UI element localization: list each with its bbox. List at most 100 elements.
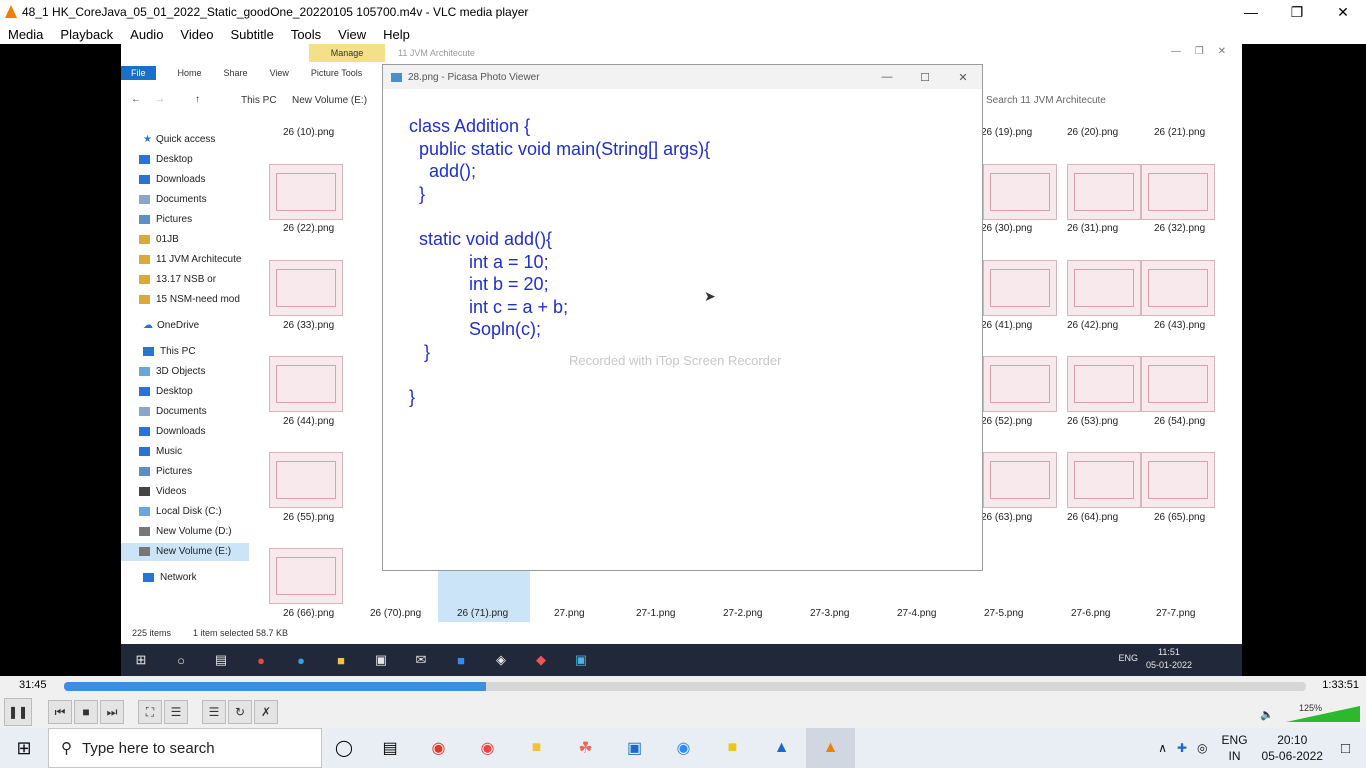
file-thumbnail[interactable]	[269, 548, 343, 604]
menu-help[interactable]: Help	[383, 27, 410, 42]
file-thumbnail[interactable]	[1141, 452, 1215, 508]
nav-folder-15nsm[interactable]: 15 NSM-need mod	[139, 294, 240, 305]
extended-settings-button[interactable]: ☰	[164, 700, 188, 724]
file-label[interactable]: 27-5.png	[984, 608, 1023, 619]
taskbar-app[interactable]: ☘	[561, 728, 610, 768]
ribbon-file-tab[interactable]: File	[121, 66, 156, 80]
task-view-button[interactable]: ▤	[366, 728, 414, 768]
taskbar-recorder-app[interactable]: ◉	[414, 728, 463, 768]
taskbar-chrome-app[interactable]: ◉	[463, 728, 512, 768]
nav-3d-objects[interactable]: 3D Objects	[139, 366, 205, 377]
close-button[interactable]: ✕	[1320, 0, 1366, 24]
file-label[interactable]: 26 (20).png	[1067, 127, 1118, 138]
file-thumbnail[interactable]	[1067, 356, 1141, 412]
nav-quick-access[interactable]: ★ Quick access	[143, 134, 215, 145]
file-label[interactable]: 26 (43).png	[1154, 320, 1205, 331]
fullscreen-button[interactable]: ⛶	[138, 700, 162, 724]
nav-pc-pictures[interactable]: Pictures	[139, 466, 192, 477]
nav-this-pc[interactable]: This PC	[143, 346, 196, 357]
nav-folder-jvm[interactable]: 11 JVM Architecute	[139, 254, 241, 265]
file-thumbnail[interactable]	[983, 260, 1057, 316]
file-thumbnail[interactable]	[1067, 260, 1141, 316]
maximize-button[interactable]: ❐	[1274, 0, 1320, 24]
start-button[interactable]: ⊞	[0, 728, 48, 768]
file-thumbnail[interactable]	[1067, 164, 1141, 220]
breadcrumb-this-pc[interactable]: This PC	[241, 95, 277, 106]
nav-folder-1317[interactable]: 13.17 NSB or	[139, 274, 216, 285]
file-thumbnail[interactable]	[1141, 356, 1215, 412]
explorer-search-input[interactable]: Search 11 JVM Architecute	[986, 95, 1106, 106]
file-label[interactable]: 26 (55).png	[283, 512, 334, 523]
file-thumbnail[interactable]	[269, 260, 343, 316]
file-thumbnail[interactable]	[983, 452, 1057, 508]
ribbon-home-tab[interactable]: Home	[178, 68, 202, 78]
file-label[interactable]: 26 (64).png	[1067, 512, 1118, 523]
nav-onedrive[interactable]: ☁ OneDrive	[143, 320, 199, 331]
file-label[interactable]: 26 (30).png	[981, 223, 1032, 234]
volume-slider[interactable]	[1286, 706, 1360, 722]
menu-media[interactable]: Media	[8, 27, 43, 42]
file-label[interactable]: 26 (10).png	[283, 127, 334, 138]
file-label[interactable]: 27-2.png	[723, 608, 762, 619]
file-thumbnail[interactable]	[269, 356, 343, 412]
file-thumbnail[interactable]	[983, 164, 1057, 220]
taskbar-vlc-app[interactable]: ▲	[806, 728, 855, 768]
forward-icon[interactable]: →	[155, 94, 165, 105]
nav-network[interactable]: Network	[143, 572, 197, 583]
taskbar-store-app[interactable]: ▣	[610, 728, 659, 768]
language-indicator[interactable]: ENG IN	[1222, 732, 1248, 764]
file-label[interactable]: 27-4.png	[897, 608, 936, 619]
nav-downloads[interactable]: Downloads	[139, 174, 205, 185]
file-label[interactable]: 26 (53).png	[1067, 416, 1118, 427]
file-thumbnail[interactable]	[983, 356, 1057, 412]
file-label[interactable]: 26 (19).png	[981, 127, 1032, 138]
tray-plus-icon[interactable]: ✚	[1177, 741, 1187, 755]
back-icon[interactable]: ←	[131, 94, 141, 105]
file-label[interactable]: 27-3.png	[810, 608, 849, 619]
network-icon[interactable]: ◎	[1197, 741, 1207, 755]
file-label[interactable]: 26 (71).png	[457, 608, 508, 619]
file-thumbnail[interactable]	[1067, 452, 1141, 508]
nav-volume-e[interactable]: New Volume (E:)	[121, 543, 249, 561]
clock[interactable]: 20:10 05-06-2022	[1262, 732, 1323, 764]
taskbar-zoom-app[interactable]: ◉	[659, 728, 708, 768]
nav-videos[interactable]: Videos	[139, 486, 186, 497]
nav-local-disk-c[interactable]: Local Disk (C:)	[139, 506, 222, 517]
picasa-maximize-button[interactable]: ☐	[906, 65, 944, 89]
previous-button[interactable]: ⏮	[48, 700, 72, 724]
nav-music[interactable]: Music	[139, 446, 182, 457]
minimize-button[interactable]: —	[1228, 0, 1274, 24]
nav-pc-documents[interactable]: Documents	[139, 406, 207, 417]
file-label[interactable]: 26 (44).png	[283, 416, 334, 427]
stop-button[interactable]: ■	[74, 700, 98, 724]
picasa-close-button[interactable]: ✕	[944, 65, 982, 89]
taskbar-photos-app[interactable]: ▲	[757, 728, 806, 768]
breadcrumb-volume[interactable]: New Volume (E:)	[292, 95, 367, 106]
nav-volume-d[interactable]: New Volume (D:)	[139, 526, 232, 537]
file-thumbnail[interactable]	[269, 452, 343, 508]
file-label[interactable]: 26 (65).png	[1154, 512, 1205, 523]
file-label[interactable]: 26 (33).png	[283, 320, 334, 331]
nav-pc-desktop[interactable]: Desktop	[139, 386, 193, 397]
manage-tab[interactable]: Manage	[309, 44, 385, 62]
file-label[interactable]: 26 (21).png	[1154, 127, 1205, 138]
pause-button[interactable]: ❚❚	[4, 698, 32, 726]
taskbar-search-box[interactable]: ⚲ Type here to search	[48, 728, 322, 768]
video-area[interactable]: Manage 11 JVM Architecute — ❐ ✕ File Hom…	[0, 44, 1366, 676]
tray-chevron-icon[interactable]: ∧	[1158, 741, 1167, 755]
nav-documents[interactable]: Documents	[139, 194, 207, 205]
menu-tools[interactable]: Tools	[291, 27, 321, 42]
taskbar-explorer-app[interactable]: ■	[512, 728, 561, 768]
menu-audio[interactable]: Audio	[130, 27, 163, 42]
file-label[interactable]: 26 (42).png	[1067, 320, 1118, 331]
file-thumbnail[interactable]	[1141, 260, 1215, 316]
nav-desktop[interactable]: Desktop	[139, 154, 193, 165]
ribbon-view-tab[interactable]: View	[270, 68, 289, 78]
file-label[interactable]: 26 (31).png	[1067, 223, 1118, 234]
ribbon-picture-tools-tab[interactable]: Picture Tools	[311, 68, 362, 78]
file-thumbnail[interactable]	[1141, 164, 1215, 220]
nav-pc-downloads[interactable]: Downloads	[139, 426, 205, 437]
file-label[interactable]: 27-6.png	[1071, 608, 1110, 619]
ribbon-share-tab[interactable]: Share	[224, 68, 248, 78]
cortana-button[interactable]: ◯	[322, 728, 366, 768]
